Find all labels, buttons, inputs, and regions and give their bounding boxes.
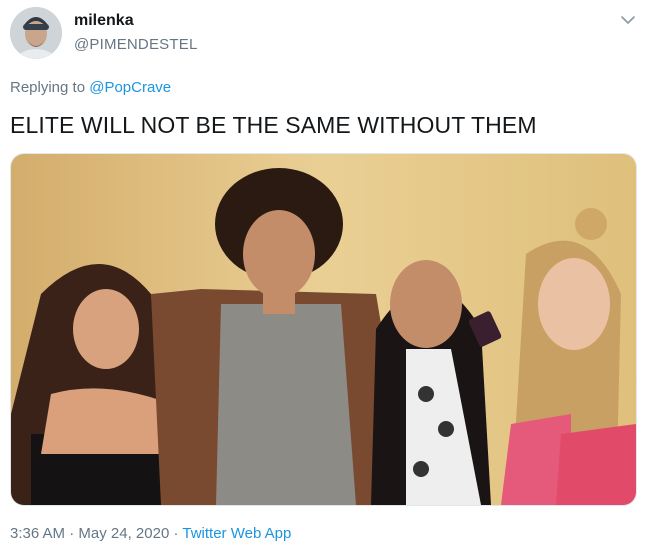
meta-separator: · xyxy=(173,525,179,542)
author-name[interactable]: milenka xyxy=(74,12,134,30)
source-app-link[interactable]: Twitter Web App xyxy=(182,525,291,542)
meta-separator: · xyxy=(69,525,75,542)
avatar[interactable] xyxy=(10,7,62,59)
reply-prefix: Replying to xyxy=(10,79,86,96)
tweet-meta: 3:36 AM · May 24, 2020 · Twitter Web App xyxy=(10,525,291,542)
author-handle[interactable]: @PIMENDESTEL xyxy=(74,36,197,53)
tweet-text: ELITE WILL NOT BE THE SAME WITHOUT THEM xyxy=(10,112,537,138)
tweet-time[interactable]: 3:36 AM xyxy=(10,525,65,542)
avatar-image xyxy=(10,7,62,59)
tweet-photo[interactable] xyxy=(10,153,637,506)
reply-context: Replying to @PopCrave xyxy=(10,79,171,96)
reply-target-link[interactable]: @PopCrave xyxy=(89,79,171,96)
chevron-down-icon[interactable] xyxy=(620,14,636,26)
tweet-date[interactable]: May 24, 2020 xyxy=(78,525,169,542)
group-photo xyxy=(11,154,636,505)
